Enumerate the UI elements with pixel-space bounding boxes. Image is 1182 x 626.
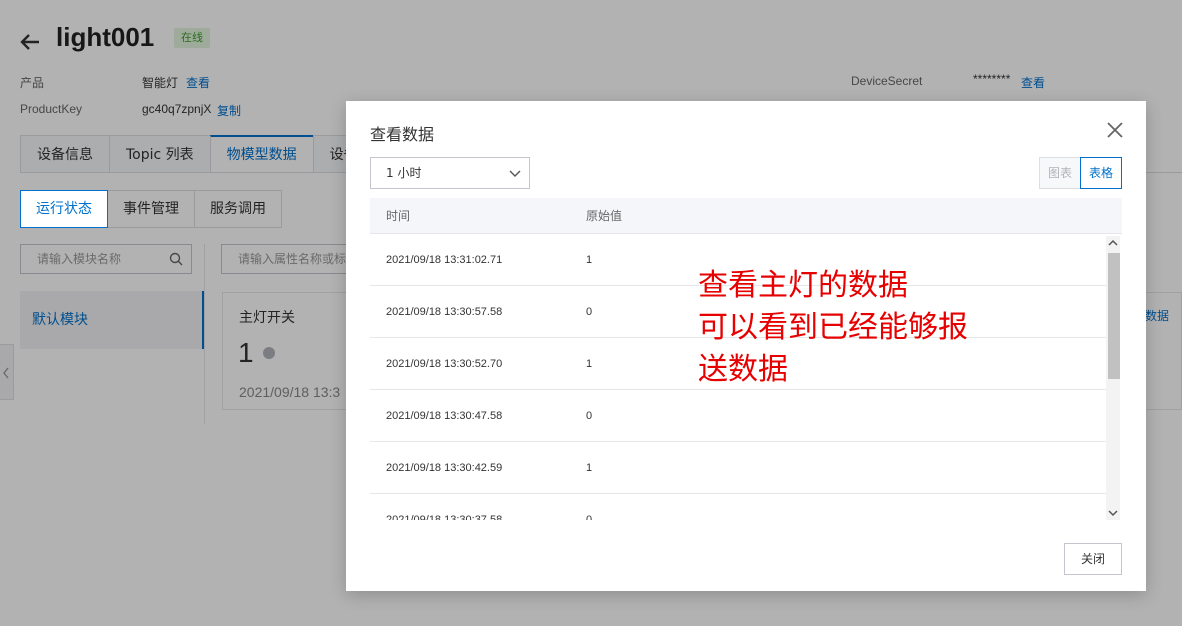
scroll-down-icon[interactable]: [1106, 506, 1120, 520]
row-time: 2021/09/18 13:31:02.71: [386, 254, 503, 266]
time-range-select[interactable]: 1 小时: [370, 157, 530, 189]
table-row: 2021/09/18 13:30:37.58 0: [370, 494, 1106, 520]
table-header: 时间 原始值: [370, 198, 1122, 234]
red-annotation: 查看主灯的数据 可以看到已经能够报 送数据: [698, 265, 968, 391]
row-time: 2021/09/18 13:30:37.58: [386, 514, 503, 520]
table-row: 2021/09/18 13:30:42.59 1: [370, 442, 1106, 494]
dialog-title: 查看数据: [370, 125, 435, 144]
row-value: 0: [586, 410, 593, 422]
close-button[interactable]: 关闭: [1064, 543, 1122, 575]
column-time: 时间: [386, 209, 411, 223]
column-raw-value: 原始值: [586, 209, 623, 223]
scroll-up-icon[interactable]: [1106, 236, 1120, 250]
subtab-running-status[interactable]: 运行状态: [20, 190, 108, 228]
row-value: 0: [586, 306, 593, 318]
row-time: 2021/09/18 13:30:57.58: [386, 306, 503, 318]
chart-view-button[interactable]: 图表: [1039, 157, 1081, 189]
table-view-button[interactable]: 表格: [1080, 157, 1122, 189]
row-time: 2021/09/18 13:30:52.70: [386, 358, 503, 370]
table-row: 2021/09/18 13:30:47.58 0: [370, 390, 1106, 442]
row-time: 2021/09/18 13:30:42.59: [386, 462, 503, 474]
scroll-thumb[interactable]: [1108, 253, 1120, 379]
row-time: 2021/09/18 13:30:47.58: [386, 410, 503, 422]
annotation-line-2: 可以看到已经能够报: [698, 310, 968, 345]
view-toggle: 图表 表格: [1039, 157, 1122, 189]
row-value: 1: [586, 462, 593, 474]
row-value: 1: [586, 358, 593, 370]
row-value: 1: [586, 254, 593, 266]
time-range-value: 1 小时: [386, 166, 422, 180]
row-value: 0: [586, 514, 593, 520]
view-data-dialog: 查看数据 1 小时 图表 表格 时间 原始值 2021/09/18 13:31:…: [346, 101, 1146, 591]
chevron-down-icon: [509, 170, 521, 177]
close-icon[interactable]: [1106, 121, 1124, 139]
annotation-line-1: 查看主灯的数据: [698, 268, 908, 303]
annotation-line-3: 送数据: [698, 352, 788, 387]
table-scrollbar[interactable]: [1106, 236, 1120, 520]
